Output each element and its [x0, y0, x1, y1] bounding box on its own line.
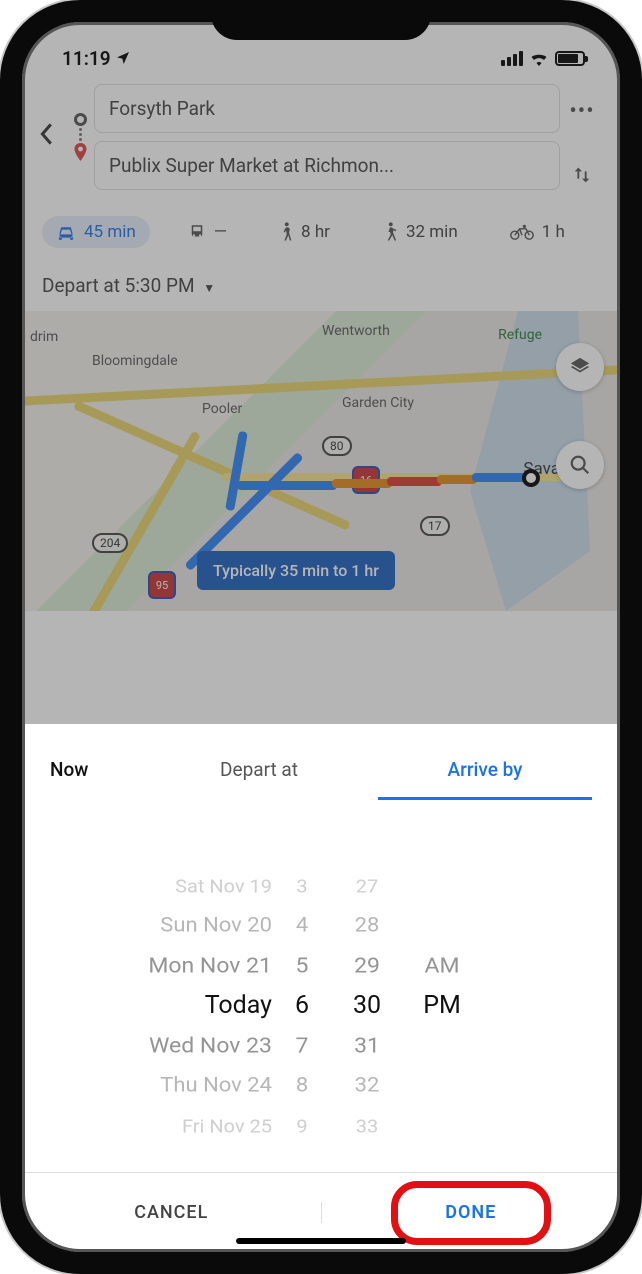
transport-mode-chips: 45 min — 8 hr 32 min 1 h — [22, 206, 620, 258]
mode-walk-label: 8 hr — [301, 222, 330, 242]
picker-minute-selected: 30 — [353, 986, 381, 1026]
mode-ride[interactable]: 32 min — [368, 216, 472, 248]
bike-icon — [510, 224, 534, 240]
dropdown-caret-icon: ▼ — [203, 281, 215, 295]
transit-icon — [188, 223, 206, 241]
waypoint-indicators — [66, 99, 94, 175]
destination-marker-icon — [522, 469, 540, 487]
traffic-tooltip: Typically 35 min to 1 hr — [197, 551, 395, 590]
directions-header: Forsyth Park Publix Super Market at Rich… — [22, 78, 620, 206]
picker-ampm-column[interactable]: AM PM — [402, 826, 482, 1146]
walk-icon — [279, 222, 293, 242]
mode-bike[interactable]: 1 h — [496, 216, 579, 248]
datetime-picker[interactable]: Sat Nov 19 Sun Nov 20 Mon Nov 21 Today W… — [22, 800, 620, 1172]
tab-depart-at[interactable]: Depart at — [152, 748, 366, 800]
depart-time-dropdown[interactable]: Depart at 5:30 PM ▼ — [22, 258, 620, 311]
location-arrow-icon — [115, 50, 131, 66]
tab-arrive-by[interactable]: Arrive by — [378, 748, 592, 800]
cell-signal-icon — [501, 51, 523, 66]
time-picker-sheet: Now Depart at Arrive by Sat Nov 19 Sun N… — [22, 724, 620, 1252]
status-bar: 11:19 — [22, 22, 620, 78]
tab-now[interactable]: Now — [50, 748, 140, 800]
more-options-button[interactable]: ••• — [569, 99, 594, 124]
mode-drive[interactable]: 45 min — [42, 216, 150, 248]
picker-date-column[interactable]: Sat Nov 19 Sun Nov 20 Mon Nov 21 Today W… — [62, 826, 272, 1146]
picker-date-selected: Today — [205, 986, 272, 1026]
layers-button[interactable] — [556, 343, 604, 391]
destination-pin-icon — [73, 143, 88, 161]
picker-minute-column[interactable]: 27 28 29 30 31 32 33 — [332, 826, 402, 1146]
search-map-button[interactable] — [556, 441, 604, 489]
route-shield: 80 — [322, 436, 352, 456]
picker-ampm-selected: PM — [423, 986, 461, 1026]
map-place-label: drim — [30, 329, 58, 345]
route-shield: 204 — [92, 533, 128, 553]
swap-icon[interactable] — [571, 164, 593, 186]
map-place-label: Pooler — [202, 401, 242, 417]
back-button[interactable] — [26, 122, 66, 152]
home-indicator[interactable] — [236, 1238, 406, 1244]
search-icon — [569, 454, 591, 476]
car-icon — [56, 224, 76, 240]
route-shield: 17 — [420, 516, 450, 536]
highlight-annotation — [391, 1181, 551, 1245]
origin-input[interactable]: Forsyth Park — [94, 84, 560, 133]
mode-walk[interactable]: 8 hr — [265, 216, 344, 248]
map-place-label: Wentworth — [322, 323, 390, 339]
battery-icon — [555, 51, 585, 66]
mode-bike-label: 1 h — [542, 222, 565, 242]
destination-input[interactable]: Publix Super Market at Richmon... — [94, 141, 560, 190]
picker-hour-selected: 6 — [295, 986, 309, 1026]
origin-dot-icon — [74, 113, 87, 126]
mode-transit-label: — — [214, 222, 227, 242]
picker-hour-column[interactable]: 3 4 5 6 7 8 9 — [272, 826, 332, 1146]
map[interactable]: drim Bloomingdale Pooler Wentworth Garde… — [22, 311, 620, 611]
status-time: 11:19 — [62, 47, 111, 70]
cancel-button[interactable]: CANCEL — [22, 1202, 322, 1223]
depart-time-label: Depart at 5:30 PM — [42, 274, 195, 297]
interstate-shield: 95 — [148, 571, 176, 599]
layers-icon — [569, 356, 591, 378]
rideshare-icon — [382, 222, 398, 242]
map-place-label: Bloomingdale — [92, 353, 178, 369]
map-place-label: Refuge — [498, 327, 542, 343]
mode-drive-label: 45 min — [84, 222, 136, 242]
map-place-label: Garden City — [342, 395, 414, 411]
wifi-icon — [529, 51, 549, 66]
mode-ride-label: 32 min — [406, 222, 458, 242]
mode-transit[interactable]: — — [174, 216, 241, 248]
done-button[interactable]: DONE — [322, 1202, 621, 1223]
